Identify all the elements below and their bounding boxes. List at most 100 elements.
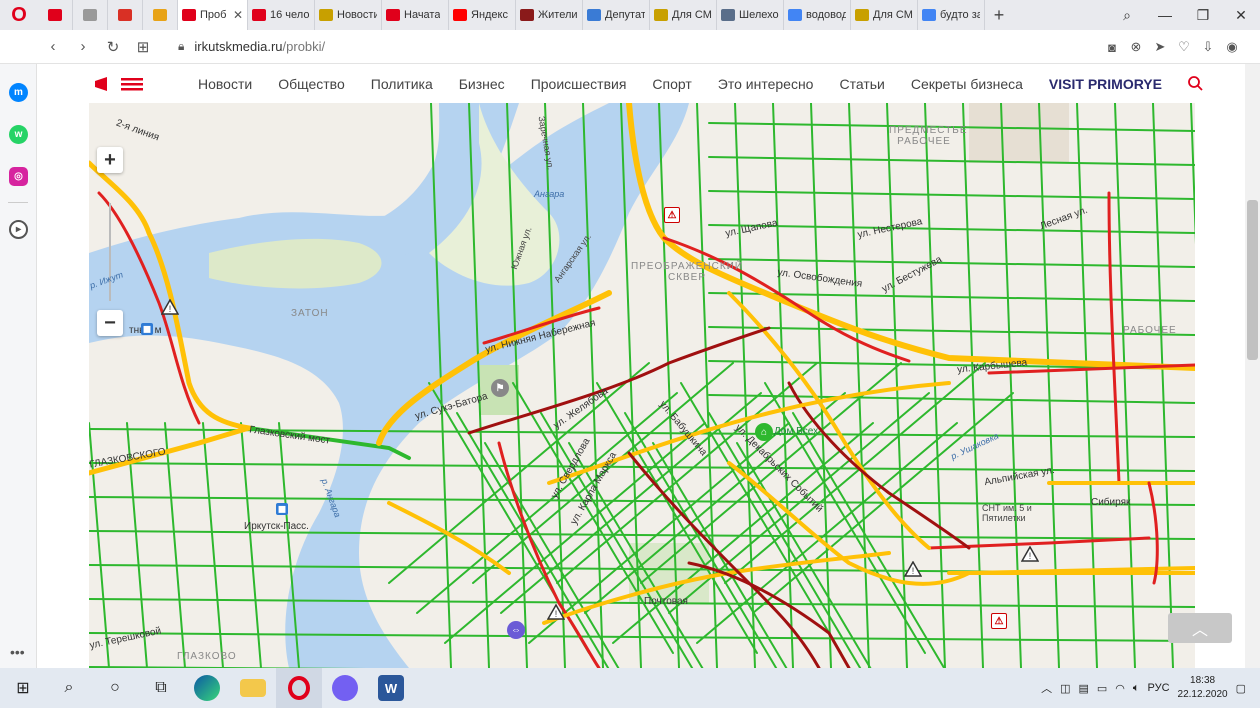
task-view-icon[interactable]: ⧉ [138,668,184,708]
zoom-slider-track[interactable] [109,203,111,301]
search-icon[interactable]: ⌕ [46,668,92,708]
zoom-out-button[interactable]: − [97,310,123,336]
volume-icon[interactable]: 🔈︎ [1133,682,1140,695]
restore-icon[interactable]: ❐ [1184,7,1222,24]
opera-menu-icon[interactable]: O [0,0,38,30]
label-glazkovo: ГЛАЗКОВО [177,651,237,662]
road-segment [1107,191,1121,485]
nav-link-3[interactable]: Бизнес [459,76,505,92]
scroll-to-top-button[interactable]: ︿ [1168,613,1232,643]
opera-taskbar-icon[interactable] [276,668,322,708]
wifi-icon[interactable]: ◠ [1115,682,1125,695]
traffic-map[interactable]: + − Ангара р. Ижут ЗАТОН р. Ангара р. Уш… [89,103,1195,668]
viber-icon[interactable] [322,668,368,708]
warning-icon[interactable]: ! [161,299,179,315]
warning-icon-4[interactable]: ! [1021,546,1039,562]
player-icon[interactable]: ▸ [9,220,28,239]
forward-icon[interactable]: › [68,38,98,55]
zoom-in-button[interactable]: + [97,147,123,173]
file-explorer-icon[interactable] [230,668,276,708]
road-segment [708,190,1195,200]
page-scrollbar[interactable] [1245,64,1260,668]
minimize-icon[interactable]: — [1146,7,1184,23]
close-tab-icon[interactable]: ✕ [233,8,243,22]
tab-label: водовод [806,9,846,21]
tab-0[interactable] [38,0,73,30]
nav-link-4[interactable]: Происшествия [531,76,627,92]
tab-4[interactable]: Проб ✕ [178,0,248,30]
more-icon[interactable]: ••• [10,644,25,660]
lock-icon[interactable]: 🔒︎ [178,39,184,54]
camera-icon[interactable]: ◙ [1104,40,1120,55]
tab-15[interactable]: будто за [918,0,985,30]
warning-icon-3[interactable]: ! [904,561,922,577]
clock[interactable]: 18:38 22.12.2020 [1178,674,1228,702]
tray-chevron-icon[interactable]: ︿ [1041,680,1052,696]
tab-2[interactable] [108,0,143,30]
nav-link-0[interactable]: Новости [198,76,252,92]
heart-icon[interactable]: ♡ [1176,39,1192,55]
download-icon[interactable]: ⇩ [1200,39,1216,55]
nav-link-9[interactable]: VISIT PRIMORYE [1049,76,1162,92]
accident-icon[interactable]: ⚠ [664,207,680,223]
map-canvas [89,103,1195,668]
cortana-icon[interactable]: ○ [92,668,138,708]
road-segment [612,422,874,644]
tab-3[interactable] [143,0,178,30]
scrollbar-thumb[interactable] [1247,200,1258,360]
nav-link-1[interactable]: Общество [278,76,345,92]
accident-icon-2[interactable]: ⚠ [991,613,1007,629]
warning-icon-2[interactable]: ! [547,604,565,620]
meet-icon[interactable]: ◫ [1060,682,1070,695]
tab-5[interactable]: 16 челов [248,0,315,30]
tab-8[interactable]: Яндекс [449,0,516,30]
send-icon[interactable]: ➤ [1152,39,1168,55]
transport-hub-icon[interactable]: ⇔ [507,621,525,639]
edge-icon[interactable] [184,668,230,708]
start-icon[interactable]: ⊞ [0,668,46,708]
museum-icon[interactable]: ⌂ [755,423,773,441]
new-tab-button[interactable]: + [985,5,1013,26]
battery-icon[interactable]: ▭ [1097,682,1107,695]
tab-7[interactable]: Начата [382,0,449,30]
site-logo-icon[interactable] [93,73,153,95]
tab-10[interactable]: Депутат [583,0,650,30]
word-icon[interactable]: W [368,668,414,708]
landmark-icon[interactable]: ⚑ [491,379,509,397]
nav-link-8[interactable]: Секреты бизнеса [911,76,1023,92]
close-window-icon[interactable]: ✕ [1222,7,1260,24]
tab-12[interactable]: Шелехов [717,0,784,30]
url-field[interactable]: irkutskmedia.ru/probki/ [194,39,325,54]
language-indicator[interactable]: РУС [1148,682,1170,694]
emblem-icon [855,9,869,21]
address-bar: ‹ › ↻ ⊞ 🔒︎ irkutskmedia.ru/probki/ ◙ ⊗ ➤… [0,30,1260,64]
speed-dial-icon[interactable]: ⊞ [128,38,158,56]
tab-9[interactable]: Жители [516,0,583,30]
nav-link-5[interactable]: Спорт [652,76,691,92]
nav-link-6[interactable]: Это интересно [718,76,814,92]
instagram-icon[interactable]: ◎ [9,167,28,186]
nav-link-7[interactable]: Статьи [839,76,884,92]
train-station-icon[interactable]: ◼ [276,503,288,515]
adblock-icon[interactable]: ⊗ [1128,39,1144,55]
notifications-icon[interactable]: ▢ [1236,682,1246,695]
road-segment [696,422,958,644]
whatsapp-icon[interactable]: w [9,125,28,144]
road-segment [848,103,870,668]
search-icon[interactable] [1187,75,1203,91]
nav-link-2[interactable]: Политика [371,76,433,92]
tab-6[interactable]: Новости [315,0,382,30]
tab-13[interactable]: водовод [784,0,851,30]
reload-icon[interactable]: ↻ [98,38,128,56]
tab-1[interactable] [73,0,108,30]
red-flag-icon [252,9,266,21]
tab-14[interactable]: Для СМИ [851,0,918,30]
tab-label: будто за [940,9,980,21]
messenger-icon[interactable]: m [9,83,28,102]
back-icon[interactable]: ‹ [38,38,68,55]
profile-icon[interactable]: ◉ [1224,39,1240,55]
network-icon[interactable]: ▤ [1078,682,1088,695]
search-tabs-icon[interactable]: ⌕ [1108,7,1146,24]
bus-stop-icon[interactable]: ◼ [141,323,153,335]
tab-11[interactable]: Для СМИ [650,0,717,30]
